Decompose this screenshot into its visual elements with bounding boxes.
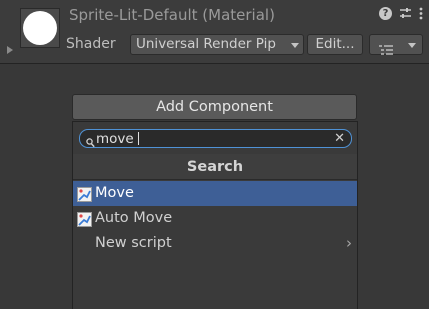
material-preview[interactable] [20, 8, 60, 48]
result-item-auto-move[interactable]: Auto Move [73, 206, 357, 231]
edit-shader-button[interactable]: Edit... [307, 34, 363, 55]
component-search-popup: ✕ Search Move Auto Move New script › [72, 121, 358, 309]
search-input[interactable] [96, 130, 326, 147]
result-item-move[interactable]: Move [73, 181, 357, 206]
preset-icon[interactable] [399, 7, 412, 20]
material-title: Sprite-Lit-Default (Material) [69, 6, 275, 24]
clear-search-icon[interactable]: ✕ [334, 130, 345, 147]
help-icon[interactable]: ? [379, 7, 392, 20]
chevron-down-icon [291, 43, 299, 48]
material-header: Sprite-Lit-Default (Material) ? Shader U… [0, 0, 429, 64]
shader-value: Universal Render Pip [136, 36, 276, 52]
list-icon [379, 40, 393, 59]
kebab-icon[interactable] [419, 7, 423, 20]
result-item-new-script[interactable]: New script › [73, 231, 357, 256]
foldout-arrow-icon[interactable] [7, 46, 13, 54]
text-caret [138, 132, 139, 145]
header-icons: ? [379, 7, 423, 20]
chevron-down-icon [408, 43, 416, 48]
result-label: New script [95, 235, 172, 251]
shader-dropdown[interactable]: Universal Render Pip [130, 34, 304, 55]
result-label: Auto Move [95, 210, 173, 226]
chevron-right-icon: › [346, 234, 352, 252]
shader-label: Shader [66, 36, 116, 52]
result-label: Move [95, 185, 134, 201]
add-component-button[interactable]: Add Component [72, 94, 357, 120]
render-queue-dropdown[interactable] [369, 34, 423, 55]
search-icon [86, 133, 95, 152]
preview-sphere [23, 11, 57, 45]
popup-title: Search [73, 154, 357, 180]
search-field[interactable]: ✕ [79, 129, 352, 148]
